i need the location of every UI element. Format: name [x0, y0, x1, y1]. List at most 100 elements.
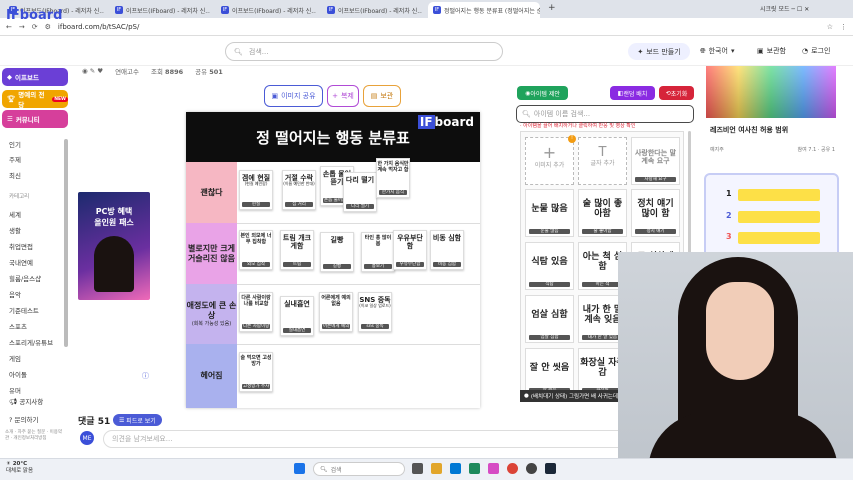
storage-button[interactable]: ▣ 보관함 — [757, 46, 786, 56]
board-item-card[interactable]: 트림 개크게함 트림 — [280, 230, 314, 270]
sidebar-item-world[interactable]: 세계 — [9, 209, 21, 219]
ifboard-favicon-icon: IF — [115, 6, 123, 14]
new-tab-icon[interactable]: + — [548, 3, 556, 13]
board-item-card[interactable]: 다리 떨기 다리 떨기 — [343, 172, 377, 212]
board-item-card[interactable]: 한 가지 음식만 계속 먹자고 함 한가지 음식 — [376, 158, 410, 198]
board-item-card[interactable]: 실내흡연 실내흡연 — [280, 296, 314, 336]
sidebar-item-music[interactable]: 음악 — [9, 289, 21, 299]
pool-item-card[interactable]: 잘 안 씻음안 씻음 — [525, 348, 574, 390]
sidebar-footer-links[interactable]: 소개 · 자주 묻는 질문 · 이용약관 · 개인정보처리방침 — [5, 430, 65, 443]
browser-tab[interactable]: IF이프보드(IFboard) - 레저차 신...✕ — [322, 2, 422, 18]
share-image-button[interactable]: ▣ 이미지 공유 — [264, 85, 323, 107]
sidebar-item-humor[interactable]: 유머 — [9, 385, 21, 395]
card-caption: 집 거리 — [285, 201, 313, 207]
board-item-card[interactable]: 비동 심함 비동 심함 — [430, 230, 464, 270]
suggest-item-button[interactable]: ◉ 아이템 제안 — [517, 86, 568, 100]
copy-button[interactable]: + 복제 — [327, 85, 359, 107]
save-button[interactable]: ▤ 보관 — [363, 85, 401, 107]
sidebar-item-jobs[interactable]: 취업면접 — [9, 241, 33, 251]
sidebar-item-test[interactable]: 기준테스트 — [9, 305, 39, 315]
related-board-title[interactable]: 레즈비언 여사친 허용 범위 — [710, 125, 788, 135]
sidebar-item-idol[interactable]: 아이돌 — [9, 369, 27, 379]
sidebar-item-games[interactable]: 게임 — [9, 353, 21, 363]
globe-icon: 🌐︎ — [700, 46, 706, 55]
pool-item-card[interactable]: 눈물 많음 눈물 많음 — [525, 189, 574, 237]
comment-input[interactable]: 의견을 남겨보세요... — [103, 430, 643, 448]
sidebar-item-entertainment[interactable]: 국내연예 — [9, 257, 33, 267]
sidebar-inquiry[interactable]: ? 문의하기 — [9, 414, 38, 424]
add-image-button[interactable]: + 이미지 추가! — [525, 135, 576, 185]
pool-item-card[interactable]: 식탐 있음 식탐 — [525, 242, 574, 290]
pool-item-card[interactable]: 술 많이 좋아함 술 좋아함 — [578, 189, 627, 237]
card-caption: 실내흡연 — [283, 327, 311, 333]
pool-item-card[interactable]: 사랑한다는 말 계속 요구 사랑해 요구 — [631, 137, 680, 185]
edge-icon[interactable] — [469, 463, 480, 474]
sidebar-pill-hall-of-fame[interactable]: 🏆︎ 명예의 전당 NEW — [2, 90, 68, 109]
task-view-icon[interactable] — [412, 463, 423, 474]
obs-icon[interactable] — [526, 463, 537, 474]
sidebar-item-topics[interactable]: 주제 — [9, 154, 21, 164]
browser-menu-icon[interactable]: ⋮ — [840, 23, 847, 31]
board-item-card[interactable]: SNS 중독 (이코 일상 업로드) sns 중독 — [358, 292, 392, 332]
steam-icon[interactable] — [545, 463, 556, 474]
sidebar-notice[interactable]: 📢︎ 공지사항 — [9, 396, 43, 406]
browser-tab-active[interactable]: IF정떨어지는 행동 분류표 (정떨어지는 순간 ...✕ — [428, 2, 540, 18]
board-item-card[interactable]: 다른 사람이랑 나를 비교함 다른 사람이랑 — [239, 292, 273, 332]
reset-button[interactable]: ⟲ 초기화 — [659, 86, 694, 100]
chrome-icon[interactable] — [507, 463, 518, 474]
window-controls[interactable]: 시크릿 모드 ─ ☐ ✕ — [760, 4, 809, 13]
browser-tab[interactable]: IF이프보드(IFboard) - 레저차 신...✕ — [216, 2, 316, 18]
board-item-card[interactable]: 우유부단함 우유부단함 — [393, 230, 427, 270]
windows-start-icon[interactable] — [294, 463, 305, 474]
sidebar-pill-ifboard[interactable]: ◆ 이프보드 — [2, 68, 68, 86]
tier-label: 별로지만 크게 거슬리진 않음 — [186, 223, 237, 284]
views-stat: 조회 8896 — [151, 68, 184, 76]
browser-tab[interactable]: IF이프보드(IFboard) - 레저차 신...✕ — [110, 2, 210, 18]
sidebar-item-popular[interactable]: 인기 — [9, 139, 21, 149]
feed-view-button[interactable]: ☰ 피드로 보기 — [113, 414, 162, 426]
site-search-input[interactable]: 🔍︎ 검색... — [225, 42, 503, 61]
pool-item-caption: 눈물 많음 — [529, 228, 570, 234]
item-search-input[interactable]: 🔍︎ 아이템 이름 검색... — [516, 105, 694, 123]
sidebar-item-healing[interactable]: 힐룸/음스샵 — [9, 273, 41, 283]
add-text-button[interactable]: T 글자 추가 — [578, 137, 627, 185]
login-button[interactable]: ◔ 로그인 — [802, 46, 830, 56]
app-icon[interactable] — [488, 463, 499, 474]
board-item-card[interactable]: 타인 흉 많이 봄 흉보기 — [361, 232, 395, 272]
bookmark-star-icon[interactable]: ☆ — [827, 23, 833, 31]
file-explorer-icon[interactable] — [431, 463, 442, 474]
panel-notice: · 아이템을 끌어 배치하거나 클릭하여 반응 및 영상 확인 — [520, 123, 636, 129]
sidebar-item-life[interactable]: 생활 — [9, 225, 21, 235]
author-name[interactable]: 연애고수 — [115, 66, 139, 76]
card-text: 어른에게 예의없음 — [321, 295, 351, 307]
board-item-card[interactable]: 겜에 현질 (현질 예민함) 현질 — [239, 170, 273, 210]
reload-icon[interactable]: ⟳ — [32, 23, 38, 31]
site-info-icon[interactable]: ⚙ — [45, 23, 51, 31]
ifboard-logo[interactable]: IFboard — [6, 8, 62, 23]
random-place-button[interactable]: ◧ 랜덤 배치 — [610, 86, 655, 100]
advertisement-banner[interactable]: PC방 혜택 올인원 패스 — [78, 192, 150, 300]
card-text: 실내흡연 — [284, 300, 310, 308]
help-icon[interactable]: ⓘ — [142, 371, 149, 381]
board-item-card[interactable]: 본인 외모에 너무 집착함 외모 집착 — [239, 230, 273, 270]
pool-item-card[interactable]: 엄살 심함 엄살 심함 — [525, 295, 574, 343]
sidebar-scrollbar[interactable] — [64, 139, 68, 347]
make-board-button[interactable]: ✦ 보드 만들기 — [628, 43, 690, 60]
related-board-thumbnail[interactable] — [706, 66, 836, 118]
sidebar-item-streamers[interactable]: 스포리게/유튜브 — [9, 337, 53, 347]
board-item-card[interactable]: 길빵 길빵 — [320, 232, 354, 272]
sidebar-pill-community[interactable]: ☰ 커뮤니티 — [2, 110, 68, 128]
forward-icon[interactable]: → — [19, 23, 25, 31]
taskbar-search[interactable]: 🔍︎ 검색 — [313, 462, 405, 476]
pool-item-card[interactable]: 정치 얘기 많이 함 정치 얘기 — [631, 189, 680, 237]
sidebar-item-sports[interactable]: 스포츠 — [9, 321, 27, 331]
sidebar-item-latest[interactable]: 최신 — [9, 170, 21, 180]
board-item-card[interactable]: 술 먹으면 고성방가 고성방가 주사 — [239, 352, 273, 392]
weather-widget[interactable]: ☀ 20°C 대체로 맑음 — [6, 461, 33, 475]
language-selector[interactable]: 🌐︎ 한국어 ▾ — [700, 46, 734, 56]
board-item-card[interactable]: 어른에게 예의없음 어른에게 예의 — [319, 292, 353, 332]
board-item-card[interactable]: 거절 수락 (이름 예민한 반대) 집 거리 — [282, 170, 316, 210]
back-icon[interactable]: ← — [6, 23, 12, 31]
mail-icon[interactable] — [450, 463, 461, 474]
url-field[interactable]: ifboard.com/b/tSAC/pS/ — [58, 23, 139, 31]
